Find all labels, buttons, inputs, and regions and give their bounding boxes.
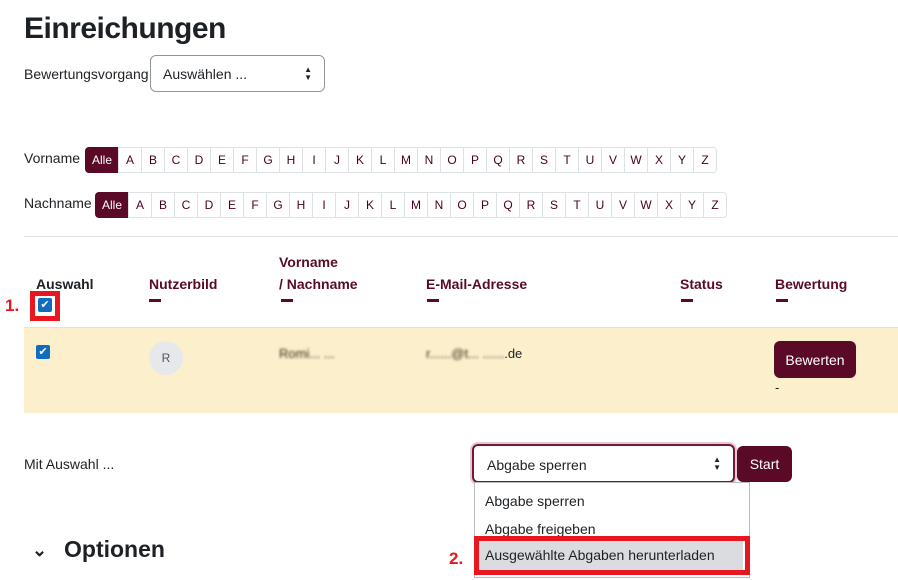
lastname-filter-letter-v[interactable]: V bbox=[611, 192, 635, 218]
page-title: Einreichungen bbox=[24, 12, 226, 45]
lastname-filter-letter-o[interactable]: O bbox=[450, 192, 474, 218]
lastname-filter-letter-x[interactable]: X bbox=[657, 192, 681, 218]
annotation-step-2: 2. bbox=[449, 549, 464, 568]
lastname-filter-letter-r[interactable]: R bbox=[519, 192, 543, 218]
firstname-filter-letter-c[interactable]: C bbox=[164, 147, 188, 173]
sort-dash-icon[interactable] bbox=[281, 299, 293, 302]
firstname-filter-letter-d[interactable]: D bbox=[187, 147, 211, 173]
lastname-filter-letter-n[interactable]: N bbox=[427, 192, 451, 218]
annotation-step-1: 1. bbox=[5, 296, 20, 315]
header-email[interactable]: E-Mail-Adresse bbox=[426, 276, 527, 292]
firstname-filter-letter-r[interactable]: R bbox=[509, 147, 533, 173]
firstname-filter-letter-t[interactable]: T bbox=[555, 147, 579, 173]
grading-action-select[interactable]: Auswählen ... ▲ ▼ bbox=[150, 55, 325, 92]
firstname-filter-letter-x[interactable]: X bbox=[647, 147, 671, 173]
firstname-filter-bar: Alle A B C D E F G H I J K L M N O P Q R S T U V W X Y Z bbox=[85, 147, 717, 173]
row-select-checkbox[interactable]: ✔ bbox=[36, 345, 50, 359]
lastname-filter-letter-g[interactable]: G bbox=[266, 192, 290, 218]
firstname-filter-letter-w[interactable]: W bbox=[624, 147, 648, 173]
header-firstname[interactable]: Vorname bbox=[279, 254, 338, 270]
avatar[interactable]: R bbox=[149, 341, 183, 375]
firstname-filter-letter-f[interactable]: F bbox=[233, 147, 257, 173]
lastname-filter-letter-s[interactable]: S bbox=[542, 192, 566, 218]
sort-dash-icon[interactable] bbox=[681, 299, 693, 302]
bulk-action-label: Mit Auswahl ... bbox=[24, 456, 115, 472]
row-email-user: r......@t... ...... bbox=[426, 346, 505, 361]
lastname-filter-bar: Alle A B C D E F G H I J K L M N O P Q R S T U V W X Y Z bbox=[95, 192, 727, 218]
lastname-filter-letter-m[interactable]: M bbox=[404, 192, 428, 218]
lastname-filter-all[interactable]: Alle bbox=[95, 192, 129, 218]
lastname-filter-letter-a[interactable]: A bbox=[128, 192, 152, 218]
row-email-domain: .de bbox=[504, 346, 523, 361]
lastname-filter-letter-z[interactable]: Z bbox=[703, 192, 727, 218]
firstname-filter-letter-g[interactable]: G bbox=[256, 147, 280, 173]
lastname-filter-letter-y[interactable]: Y bbox=[680, 192, 704, 218]
lastname-filter-letter-t[interactable]: T bbox=[565, 192, 589, 218]
firstname-filter-letter-b[interactable]: B bbox=[141, 147, 165, 173]
header-grade[interactable]: Bewertung bbox=[775, 276, 847, 292]
firstname-filter-letter-h[interactable]: H bbox=[279, 147, 303, 173]
lastname-filter-letter-u[interactable]: U bbox=[588, 192, 612, 218]
option-unlock-submission[interactable]: Abgabe freigeben bbox=[485, 521, 596, 537]
firstname-filter-letter-u[interactable]: U bbox=[578, 147, 602, 173]
firstname-filter-letter-z[interactable]: Z bbox=[693, 147, 717, 173]
firstname-filter-letter-l[interactable]: L bbox=[371, 147, 395, 173]
start-button[interactable]: Start bbox=[737, 446, 792, 482]
firstname-filter-letter-k[interactable]: K bbox=[348, 147, 372, 173]
lastname-filter-letter-f[interactable]: F bbox=[243, 192, 267, 218]
chevron-down-icon[interactable]: ⌄ bbox=[32, 540, 47, 561]
lastname-filter-letter-l[interactable]: L bbox=[381, 192, 405, 218]
firstname-filter-letter-i[interactable]: I bbox=[302, 147, 326, 173]
grade-button[interactable]: Bewerten bbox=[774, 341, 856, 378]
lastname-filter-letter-c[interactable]: C bbox=[174, 192, 198, 218]
sort-dash-icon[interactable] bbox=[776, 299, 788, 302]
lastname-filter-letter-q[interactable]: Q bbox=[496, 192, 520, 218]
lastname-filter-letter-j[interactable]: J bbox=[335, 192, 359, 218]
lastname-filter-letter-b[interactable]: B bbox=[151, 192, 175, 218]
lastname-filter-letter-k[interactable]: K bbox=[358, 192, 382, 218]
firstname-filter-letter-v[interactable]: V bbox=[601, 147, 625, 173]
sort-dash-icon[interactable] bbox=[149, 299, 161, 302]
divider bbox=[24, 236, 898, 237]
firstname-filter-letter-m[interactable]: M bbox=[394, 147, 418, 173]
firstname-filter-letter-s[interactable]: S bbox=[532, 147, 556, 173]
lastname-filter-letter-i[interactable]: I bbox=[312, 192, 336, 218]
lastname-filter-label: Nachname bbox=[24, 195, 92, 211]
lastname-filter-letter-d[interactable]: D bbox=[197, 192, 221, 218]
firstname-filter-letter-p[interactable]: P bbox=[463, 147, 487, 173]
select-arrows-icon: ▲ ▼ bbox=[304, 64, 312, 82]
grade-value: - bbox=[775, 380, 780, 395]
firstname-filter-letter-e[interactable]: E bbox=[210, 147, 234, 173]
firstname-filter-letter-y[interactable]: Y bbox=[670, 147, 694, 173]
firstname-filter-letter-q[interactable]: Q bbox=[486, 147, 510, 173]
grading-action-value: Auswählen ... bbox=[163, 66, 248, 82]
lastname-filter-letter-h[interactable]: H bbox=[289, 192, 313, 218]
header-status[interactable]: Status bbox=[680, 276, 723, 292]
row-email: r......@t... .......de bbox=[426, 346, 522, 361]
bulk-action-select[interactable]: Abgabe sperren ▲ ▼ bbox=[472, 444, 735, 483]
firstname-filter-letter-j[interactable]: J bbox=[325, 147, 349, 173]
header-picture[interactable]: Nutzerbild bbox=[149, 276, 217, 292]
lastname-filter-letter-p[interactable]: P bbox=[473, 192, 497, 218]
header-select: Auswahl bbox=[36, 276, 94, 292]
firstname-filter-label: Vorname bbox=[24, 150, 81, 166]
options-section-title[interactable]: Optionen bbox=[64, 536, 165, 563]
bulk-action-value: Abgabe sperren bbox=[487, 457, 587, 473]
option-lock-submission[interactable]: Abgabe sperren bbox=[485, 493, 585, 509]
select-arrows-icon: ▲ ▼ bbox=[713, 454, 721, 472]
firstname-filter-letter-o[interactable]: O bbox=[440, 147, 464, 173]
lastname-filter-letter-w[interactable]: W bbox=[634, 192, 658, 218]
sort-dash-icon[interactable] bbox=[427, 299, 439, 302]
firstname-filter-letter-a[interactable]: A bbox=[118, 147, 142, 173]
row-name[interactable]: Romi... ... bbox=[279, 346, 335, 361]
firstname-filter-all[interactable]: Alle bbox=[85, 147, 119, 173]
select-all-checkbox[interactable]: ✔ bbox=[38, 298, 52, 312]
annotation-highlight-2 bbox=[474, 536, 750, 575]
grading-action-label: Bewertungsvorgang bbox=[24, 66, 149, 82]
firstname-filter-letter-n[interactable]: N bbox=[417, 147, 441, 173]
avatar-initials: R bbox=[161, 351, 171, 365]
lastname-filter-letter-e[interactable]: E bbox=[220, 192, 244, 218]
header-lastname[interactable]: / Nachname bbox=[279, 276, 358, 292]
